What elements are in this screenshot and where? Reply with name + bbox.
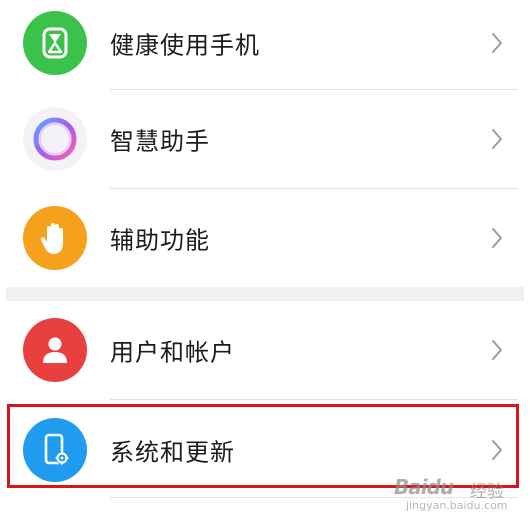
user-icon [23,318,87,382]
chevron-right-icon [492,228,502,248]
settings-item-smart-assistant[interactable]: 智慧助手 [0,89,530,189]
watermark-logo: Baidu [394,475,454,499]
settings-item-label: 系统和更新 [110,438,235,467]
chevron-right-icon [492,129,502,149]
watermark: Baidu 经验 jingyan.baidu.com [394,475,522,515]
settings-item-users-accounts[interactable]: 用户和帐户 [0,300,530,400]
settings-item-label: 智慧助手 [110,127,210,156]
chevron-right-icon [492,440,502,460]
phone-gear-icon [23,418,87,482]
settings-item-label: 辅助功能 [110,226,210,255]
settings-item-label: 用户和帐户 [110,338,235,367]
settings-screen: 健康使用手机 智慧助手 辅助功能 用户和帐户 系统和更新 Baidu 经验 ji… [0,0,530,521]
watermark-url: jingyan.baidu.com [406,499,508,512]
chevron-right-icon [492,340,502,360]
hourglass-icon [23,11,87,75]
chevron-right-icon [492,33,502,53]
settings-item-digital-balance[interactable]: 健康使用手机 [0,0,530,93]
assistant-ring-icon [23,107,87,171]
settings-item-accessibility[interactable]: 辅助功能 [0,188,530,288]
hand-icon [23,206,87,270]
section-separator [6,287,524,301]
settings-item-label: 健康使用手机 [110,31,260,60]
